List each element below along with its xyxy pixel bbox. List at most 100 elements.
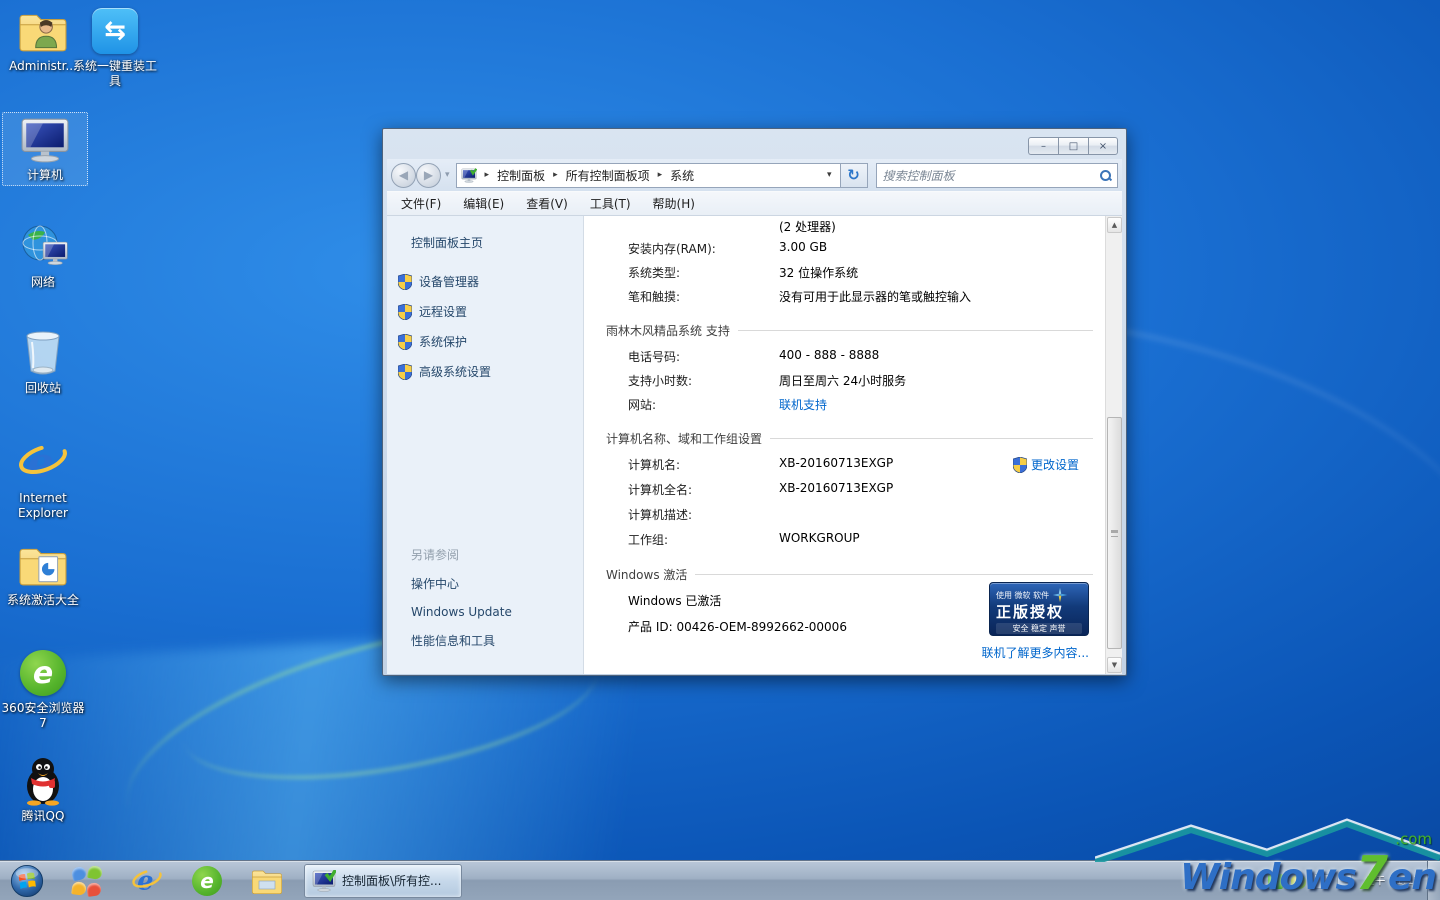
search-box[interactable]: 搜索控制面板 [875, 162, 1118, 188]
taskbar-active-window-button[interactable]: 控制面板\所有控... [304, 863, 462, 898]
sidebar-item-label: 远程设置 [419, 305, 468, 319]
desktop-icon-network[interactable]: 网络 [0, 222, 86, 290]
desktop-icon-label: Internet Explorer [18, 491, 68, 520]
sidebar-item-device-manager[interactable]: 设备管理器 [398, 273, 583, 290]
window-titlebar[interactable]: – □ × [387, 133, 1122, 159]
refresh-button[interactable]: ↻ [840, 162, 868, 188]
control-panel-task-icon [312, 869, 336, 892]
desktop: Administr... ⇆ 系统一键重装工具 计算机 网络 回收站 e Int… [0, 0, 1440, 900]
menu-edit[interactable]: 编辑(E) [463, 195, 504, 212]
product-id: 产品 ID: 00426-OEM-8992662-00006 [628, 620, 847, 634]
system-reinstall-tool-icon: ⇆ [89, 6, 141, 56]
genuine-software-badge[interactable]: 使用 微软 软件 正版授权 安全 稳定 声誉 [989, 582, 1089, 636]
desktop-icon-360-browser[interactable]: e 360安全浏览器7 [0, 648, 86, 731]
scrollbar-thumb[interactable] [1107, 417, 1122, 649]
uac-shield-icon [398, 364, 412, 380]
info-label: 计算机全名: [628, 483, 693, 497]
watermark-com-text: .com [1395, 830, 1432, 848]
info-value: 400 - 888 - 8888 [779, 348, 880, 362]
scroll-up-arrow-icon[interactable]: ▲ [1107, 217, 1122, 233]
desktop-icon-qq[interactable]: 腾讯QQ [0, 756, 86, 824]
taskbar-clock[interactable]: 上午 11:17 [1360, 874, 1424, 888]
online-support-link[interactable]: 联机支持 [779, 396, 827, 413]
info-value: WORKGROUP [779, 531, 860, 545]
info-label: 安装内存(RAM): [628, 242, 716, 256]
menu-tools[interactable]: 工具(T) [590, 195, 631, 212]
taskbar: e e 控制面板\所有控... 上午 11:17 [0, 860, 1440, 900]
breadcrumb-system[interactable]: 系统 [670, 167, 694, 184]
learn-more-online-link[interactable]: 联机了解更多内容... [982, 644, 1089, 661]
internet-explorer-icon: e [17, 438, 69, 488]
folder-explorer-icon [251, 870, 282, 894]
vertical-scrollbar[interactable]: ▲ ▼ [1105, 216, 1122, 674]
processor-info-tail: (2 处理器) [779, 220, 836, 234]
desktop-icon-recycle-bin[interactable]: 回收站 [0, 328, 86, 396]
address-bar[interactable]: ▸ 控制面板 ▸ 所有控制面板项 ▸ 系统 ▾ [455, 162, 841, 188]
start-button[interactable] [10, 864, 44, 898]
windows-start-orb-icon [10, 864, 44, 897]
sidebar-item-performance-tools[interactable]: 性能信息和工具 [411, 632, 583, 649]
menu-help[interactable]: 帮助(H) [653, 195, 695, 212]
scroll-down-arrow-icon[interactable]: ▼ [1107, 657, 1122, 673]
info-label: 系统类型: [628, 266, 681, 280]
desktop-icon-internet-explorer[interactable]: e Internet Explorer [0, 438, 86, 521]
address-dropdown-icon[interactable]: ▾ [823, 170, 836, 180]
tray-volume-icon[interactable] [1314, 873, 1329, 889]
desktop-icon-activation-collection[interactable]: 系统激活大全 [0, 540, 86, 608]
back-button[interactable]: ◀ [391, 162, 416, 188]
menu-view[interactable]: 查看(V) [526, 195, 568, 212]
info-value: 3.00 GB [779, 240, 828, 254]
sidebar-item-remote-settings[interactable]: 远程设置 [398, 303, 583, 320]
sidebar-item-home[interactable]: 控制面板主页 [411, 234, 583, 251]
breadcrumb-control-panel[interactable]: 控制面板 [497, 167, 545, 184]
four-color-app-icon [70, 864, 104, 897]
control-panel-sidebar: 控制面板主页 设备管理器 远程设置 系统保护 高级系统设置 另请参阅 操作中心 … [387, 216, 584, 674]
sidebar-item-advanced-settings[interactable]: 高级系统设置 [398, 363, 583, 380]
active-task-label: 控制面板\所有控... [342, 874, 442, 888]
breadcrumb-computer-icon [461, 167, 477, 183]
windows-activation-section: Windows 激活 Windows 已激活 产品 ID: 00426-OEM-… [584, 566, 1105, 660]
show-desktop-button[interactable] [1427, 861, 1440, 900]
taskbar-app-internet-explorer[interactable]: e [130, 864, 164, 898]
activation-folder-icon [17, 540, 69, 590]
info-value: 32 位操作系统 [779, 266, 859, 280]
maximize-button[interactable]: □ [1058, 137, 1088, 155]
taskbar-app-four-color[interactable] [70, 864, 104, 898]
computer-name-section-header: 计算机名称、域和工作组设置 [584, 430, 1105, 447]
menu-file[interactable]: 文件(F) [401, 195, 441, 212]
info-value: XB-20160713EXGP [779, 456, 894, 470]
minimize-button[interactable]: – [1028, 137, 1058, 155]
info-label: 网站: [628, 398, 657, 412]
forward-button[interactable]: ▶ [416, 162, 441, 188]
section-title: 计算机名称、域和工作组设置 [606, 432, 763, 446]
change-settings-link[interactable]: 更改设置 [1031, 456, 1079, 473]
info-label: 支持小时数: [628, 374, 693, 388]
sidebar-item-system-protection[interactable]: 系统保护 [398, 333, 583, 350]
tray-shield-check-icon[interactable] [1291, 873, 1306, 889]
search-icon[interactable] [1100, 169, 1111, 181]
breadcrumb-all-items[interactable]: 所有控制面板项 [566, 167, 650, 184]
info-row-pen-touch: 笔和触摸: 没有可用于此显示器的笔或触控输入 [584, 288, 1105, 312]
sidebar-item-action-center[interactable]: 操作中心 [411, 575, 583, 592]
sidebar-item-windows-update[interactable]: Windows Update [411, 605, 583, 619]
recent-pages-chevron-icon[interactable]: ▾ [445, 170, 450, 180]
tray-network-icon[interactable] [1337, 873, 1352, 889]
desktop-icon-reinstall-tool[interactable]: ⇆ 系统一键重装工具 [72, 6, 158, 89]
info-row-workgroup: 工作组: WORKGROUP [584, 531, 1105, 556]
uac-shield-icon [398, 304, 412, 320]
see-also-header: 另请参阅 [411, 548, 460, 562]
taskbar-app-360-browser[interactable]: e [190, 864, 224, 898]
section-rule [737, 330, 1093, 331]
tray-update-icon[interactable] [1268, 873, 1283, 889]
watermark-roof-icon [1095, 818, 1440, 862]
desktop-icon-label: 网络 [30, 275, 55, 289]
support-section-header: 雨林木风精品系统 支持 [584, 322, 1105, 339]
genuine-star-icon [1052, 587, 1068, 603]
change-settings[interactable]: 更改设置 [1013, 456, 1079, 473]
info-value: 没有可用于此显示器的笔或触控输入 [779, 290, 972, 304]
taskbar-app-explorer[interactable] [250, 864, 284, 898]
close-button[interactable]: × [1088, 137, 1118, 155]
qq-penguin-icon [17, 756, 69, 806]
crumb-separator-icon: ▸ [657, 170, 663, 180]
desktop-icon-computer[interactable]: 计算机 [2, 112, 88, 186]
